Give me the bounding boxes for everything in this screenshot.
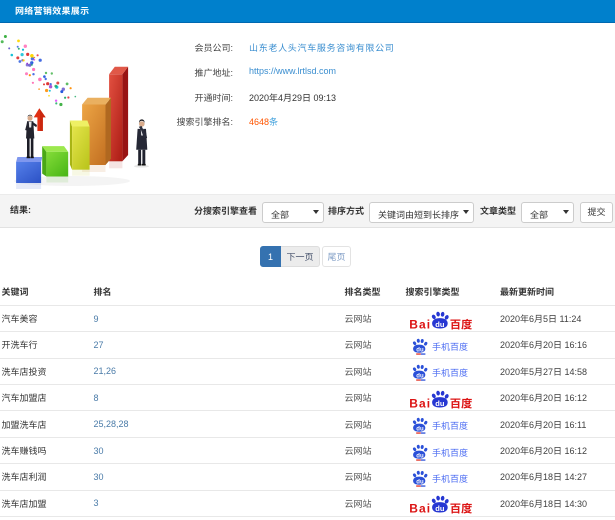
svg-text:手机百度: 手机百度 <box>432 445 468 458</box>
svg-text:Bai: Bai <box>409 317 431 330</box>
svg-text:手机百度: 手机百度 <box>432 340 468 353</box>
svg-text:du: du <box>416 347 424 353</box>
svg-text:手机百度: 手机百度 <box>432 472 468 485</box>
svg-text:Bai: Bai <box>409 502 431 515</box>
svg-text:手机百度: 手机百度 <box>432 366 468 379</box>
svg-text:Bai: Bai <box>409 396 431 409</box>
svg-text:百度: 百度 <box>449 395 472 408</box>
svg-text:手机百度: 手机百度 <box>432 419 468 432</box>
svg-text:du: du <box>435 504 445 513</box>
svg-text:du: du <box>416 453 424 459</box>
svg-text:du: du <box>416 479 424 485</box>
svg-text:du: du <box>416 427 424 433</box>
svg-text:百度: 百度 <box>449 501 472 514</box>
svg-text:du: du <box>435 319 445 328</box>
svg-text:du: du <box>416 374 424 380</box>
svg-text:du: du <box>435 399 445 408</box>
svg-text:百度: 百度 <box>449 316 472 329</box>
